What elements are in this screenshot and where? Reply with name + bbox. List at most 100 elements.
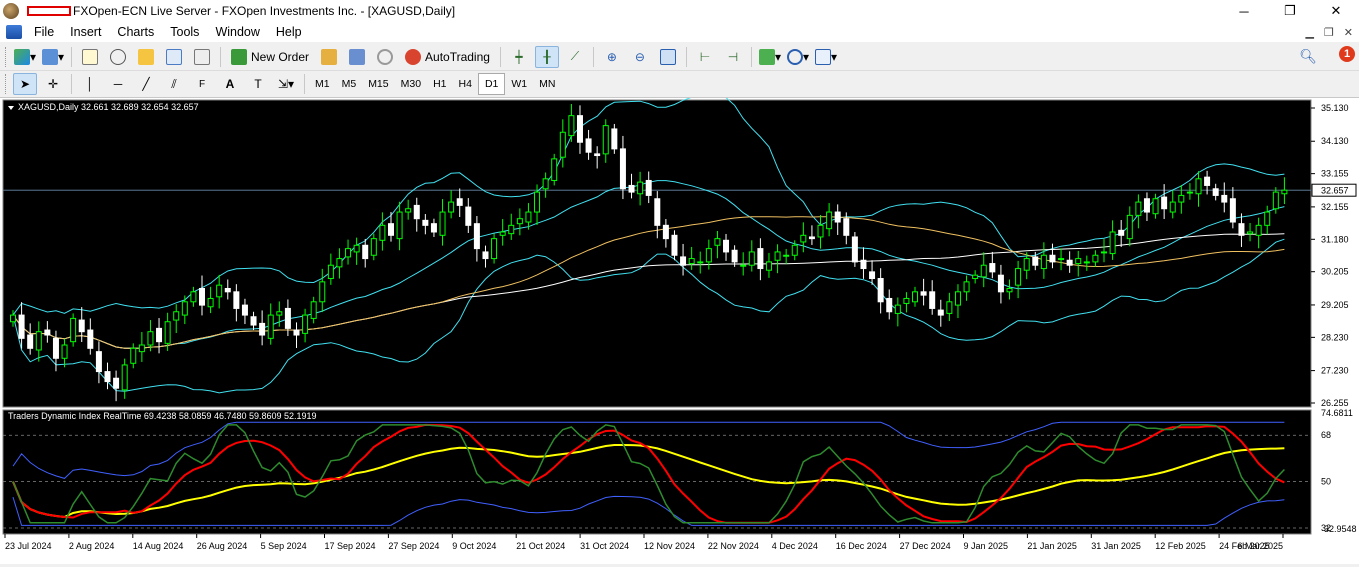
timeframe-h4[interactable]: H4 <box>453 73 478 95</box>
candle-body <box>576 115 583 143</box>
horizontal-line-button[interactable]: ─ <box>106 73 130 95</box>
zoom-in-button[interactable]: ⊕ <box>600 46 624 68</box>
candle-body <box>1195 178 1202 195</box>
timeframe-mn[interactable]: MN <box>533 73 561 95</box>
candle-body <box>173 311 180 321</box>
minimize-button[interactable]: ─ <box>1221 0 1267 22</box>
mdi-close-button[interactable]: ✕ <box>1344 26 1353 39</box>
menu-help[interactable]: Help <box>268 25 310 39</box>
templates-button[interactable]: ▾ <box>814 46 838 68</box>
toolbar-grip[interactable] <box>5 46 8 67</box>
candle-body <box>1101 251 1108 254</box>
timeframe-m5[interactable]: M5 <box>336 73 363 95</box>
chart-canvas[interactable]: 35.130 34.130 33.155 32.155 31.180 30.205 29.2… <box>0 92 1359 564</box>
menu-charts[interactable]: Charts <box>109 25 162 39</box>
candle-body <box>207 297 214 308</box>
periods-button[interactable]: ▾ <box>786 46 810 68</box>
date-axis-label: 4 Dec 2024 <box>772 541 818 551</box>
candle-body <box>52 337 59 359</box>
menu-insert[interactable]: Insert <box>62 25 109 39</box>
timeframe-w1[interactable]: W1 <box>505 73 533 95</box>
candle-body <box>387 223 394 236</box>
date-axis-label: 9 Jan 2025 <box>964 541 1009 551</box>
maximize-button[interactable]: ❐ <box>1267 0 1313 22</box>
fibonacci-button[interactable]: F <box>190 73 214 95</box>
menu-bar: File Insert Charts Tools Window Help ▁ ❐… <box>0 22 1359 42</box>
candle-body <box>972 274 979 280</box>
text-button[interactable]: A <box>218 73 242 95</box>
community-button[interactable] <box>345 46 369 68</box>
candle-body <box>551 158 558 181</box>
search-icon[interactable]: 🔍︎ <box>1299 48 1317 65</box>
zoom-out-button[interactable]: ⊖ <box>628 46 652 68</box>
crosshair-tool-button[interactable]: ✛ <box>41 73 65 95</box>
community-icon <box>349 48 366 65</box>
candle-body <box>190 291 197 303</box>
candle-body <box>723 239 730 253</box>
candle-body <box>198 287 205 306</box>
candle-body <box>1083 261 1090 264</box>
candle-body <box>654 198 661 226</box>
new-order-button[interactable]: New Order <box>227 46 313 68</box>
profiles-button[interactable]: ▾ <box>41 46 65 68</box>
candle-body <box>1092 254 1099 263</box>
new-chart-button[interactable]: ▾ <box>13 46 37 68</box>
candle-body <box>920 291 927 296</box>
menu-tools[interactable]: Tools <box>162 25 207 39</box>
equidistant-channel-button[interactable]: ⫽ <box>162 73 186 95</box>
candle-body <box>241 304 248 316</box>
timeframe-m30[interactable]: M30 <box>395 73 427 95</box>
menu-file[interactable]: File <box>26 25 62 39</box>
market-watch-button[interactable] <box>78 46 102 68</box>
candle-body <box>740 264 747 267</box>
notification-badge[interactable]: 1 <box>1339 46 1355 62</box>
vertical-line-button[interactable]: │ <box>78 73 102 95</box>
candlestick-button[interactable]: ╂ <box>534 45 559 68</box>
candle-body <box>113 377 120 389</box>
strategy-tester-button[interactable] <box>190 46 214 68</box>
chart-window[interactable]: 35.130 34.130 33.155 32.155 31.180 30.205 29.2… <box>0 92 1359 564</box>
candle-body <box>826 211 833 230</box>
terminal-button[interactable] <box>162 46 186 68</box>
tile-windows-icon <box>659 48 676 65</box>
candle-body <box>1040 254 1047 270</box>
cursor-tool-button[interactable]: ➤ <box>13 73 37 95</box>
toolbar-separator <box>750 46 752 67</box>
new-chart-icon <box>13 48 30 65</box>
chart-window-icon[interactable] <box>6 25 22 39</box>
mdi-restore-button[interactable]: ❐ <box>1324 26 1334 39</box>
timeframe-h1[interactable]: H1 <box>427 73 452 95</box>
indicators-button[interactable]: ▾ <box>758 46 782 68</box>
text-icon: A <box>225 77 235 91</box>
arrows-button[interactable]: ⇲ ▾ <box>274 73 298 95</box>
signals-button[interactable] <box>373 46 397 68</box>
timeframe-m1[interactable]: M1 <box>309 73 336 95</box>
toolbar-separator <box>71 46 72 67</box>
toolbar-grip[interactable] <box>5 74 8 94</box>
candle-body <box>860 259 867 270</box>
metaeditor-button[interactable] <box>317 46 341 68</box>
timeframe-m15[interactable]: M15 <box>362 73 394 95</box>
chart-shift-button[interactable]: ⊣ <box>721 46 745 68</box>
horizontal-line-icon: ─ <box>113 77 123 91</box>
tile-windows-button[interactable] <box>656 46 680 68</box>
timeframe-d1[interactable]: D1 <box>477 73 506 95</box>
candle-body <box>705 248 712 263</box>
data-window-button[interactable] <box>106 46 130 68</box>
price-axis-label: 28.230 <box>1321 332 1349 342</box>
mdi-minimize-button[interactable]: ▁ <box>1305 26 1313 39</box>
menu-window[interactable]: Window <box>207 25 267 39</box>
bar-chart-icon: ┿ <box>515 49 523 64</box>
candle-body <box>1058 258 1065 261</box>
autoscroll-button[interactable]: ⊢ <box>693 46 717 68</box>
close-button[interactable]: ✕ <box>1313 0 1359 22</box>
candle-body <box>748 251 755 266</box>
bar-chart-button[interactable]: ┿ <box>507 46 531 68</box>
navigator-button[interactable] <box>134 46 158 68</box>
trendline-button[interactable]: ╱ <box>134 73 158 95</box>
candle-body <box>78 319 85 333</box>
line-chart-button[interactable]: ⟋ <box>563 46 587 68</box>
autotrading-button[interactable]: AutoTrading <box>401 46 494 68</box>
text-label-button[interactable]: T <box>246 73 270 95</box>
price-axis-label: 29.205 <box>1321 300 1349 310</box>
